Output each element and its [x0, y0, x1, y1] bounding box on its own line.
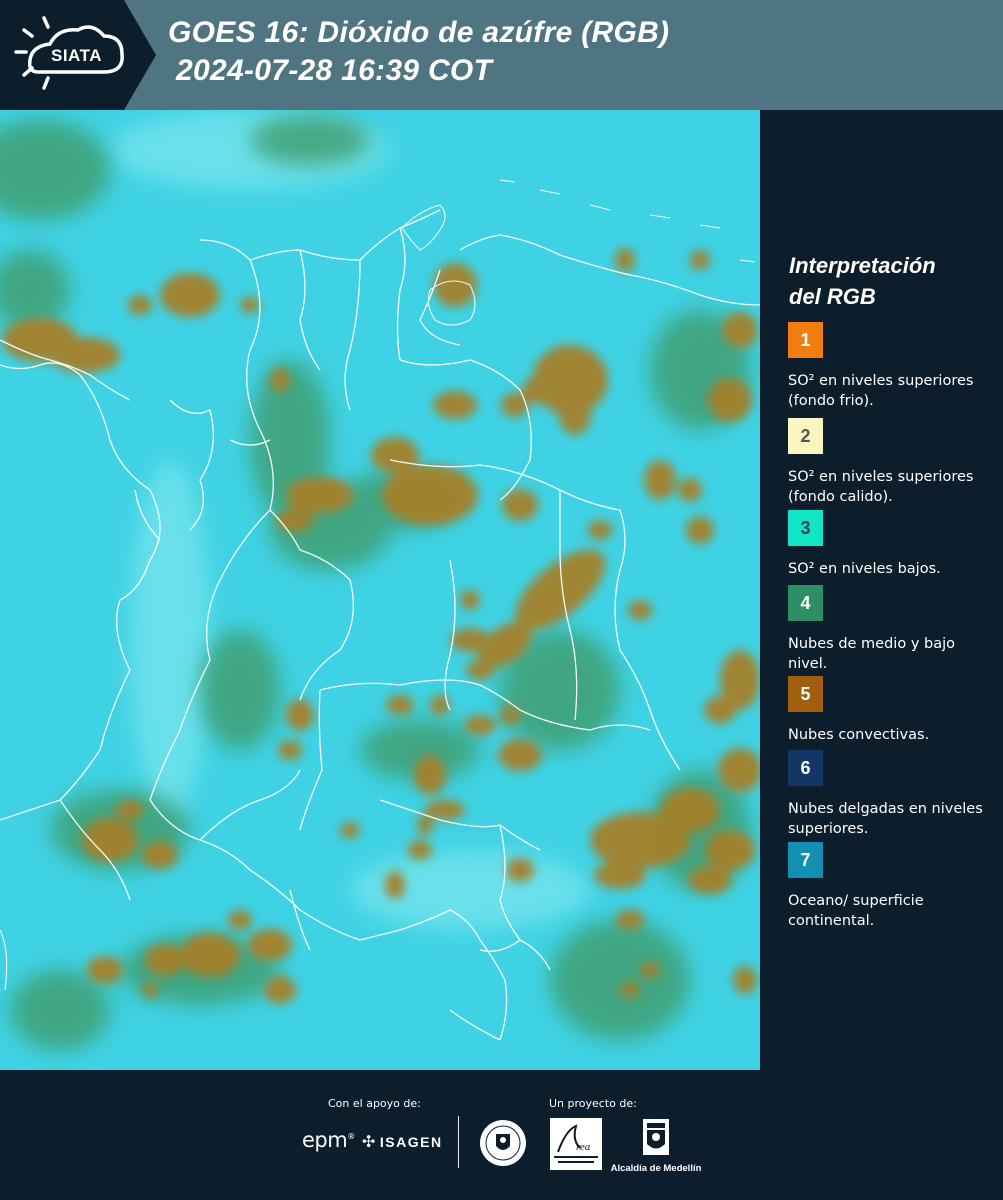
legend-title: Interpretación del RGB [789, 253, 936, 309]
legend-text-3: SO² en niveles bajos. [788, 561, 941, 577]
siata-wordmark: SIATA [51, 46, 102, 65]
legend-item-4: 4 Nubes de medio y bajo nivel. [788, 585, 998, 674]
alcaldia-medellin-logo: Alcaldía de Medellín [610, 1118, 702, 1174]
legend-swatch-2: 2 [788, 418, 823, 454]
area-metropolitana-logo: rea [550, 1118, 602, 1170]
legend-text-4: Nubes de medio y bajo nivel. [788, 636, 955, 672]
satellite-map[interactable] [0, 110, 760, 1070]
legend-swatch-7: 7 [788, 842, 823, 878]
support-label: Con el apoyo de: [328, 1097, 421, 1110]
legend-text-2: SO² en niveles superiores (fondo calido)… [788, 469, 974, 505]
legend-item-1: 1 SO² en niveles superiores (fondo frio)… [788, 322, 998, 411]
legend-text-7: Oceano/ superficie continental. [788, 893, 924, 929]
legend-item-5: 5 Nubes convectivas. [788, 676, 998, 745]
medellin-coat-of-arms-icon [643, 1119, 669, 1155]
legend-item-6: 6 Nubes delgadas en niveles superiores. [788, 750, 998, 839]
footer-divider [458, 1116, 459, 1168]
timestamp-title: 2024-07-28 16:39 COT [176, 54, 493, 87]
legend-text-6: Nubes delgadas en niveles superiores. [788, 801, 983, 837]
legend-text-5: Nubes convectivas. [788, 727, 930, 743]
header-bar: SIATA GOES 16: Dióxido de azúfre (RGB) 2… [0, 0, 1003, 110]
siata-logo-panel: SIATA [0, 0, 156, 110]
legend-item-2: 2 SO² en niveles superiores (fondo calid… [788, 418, 998, 507]
isagen-wordmark: ISAGEN [379, 1134, 443, 1150]
satellite-image [0, 110, 760, 1070]
legend-swatch-5: 5 [788, 676, 823, 712]
alcaldia-label: Alcaldía de Medellín [610, 1163, 702, 1174]
legend-item-3: 3 SO² en niveles bajos. [788, 510, 998, 579]
legend-text-1: SO² en niveles superiores (fondo frio). [788, 373, 974, 409]
legend-swatch-4: 4 [788, 585, 823, 621]
legend-swatch-1: 1 [788, 322, 823, 358]
footer-bar: Con el apoyo de: Un proyecto de: epm® ✣ I… [0, 1070, 1003, 1200]
medellin-university-seal-icon [480, 1120, 526, 1166]
epm-logo: epm® [302, 1128, 355, 1152]
page-title: GOES 16: Dióxido de azúfre (RGB) [168, 16, 670, 49]
svg-text:rea: rea [576, 1141, 591, 1153]
project-label: Un proyecto de: [549, 1097, 637, 1110]
epm-wordmark: epm [302, 1128, 348, 1152]
isagen-logo: ✣ ISAGEN [362, 1132, 443, 1152]
legend-panel: Interpretación del RGB 1 SO² en niveles … [774, 110, 1003, 1070]
legend-swatch-6: 6 [788, 750, 823, 786]
legend-swatch-3: 3 [788, 510, 823, 546]
legend-item-7: 7 Oceano/ superficie continental. [788, 842, 998, 931]
isagen-mark-icon: ✣ [362, 1134, 377, 1151]
